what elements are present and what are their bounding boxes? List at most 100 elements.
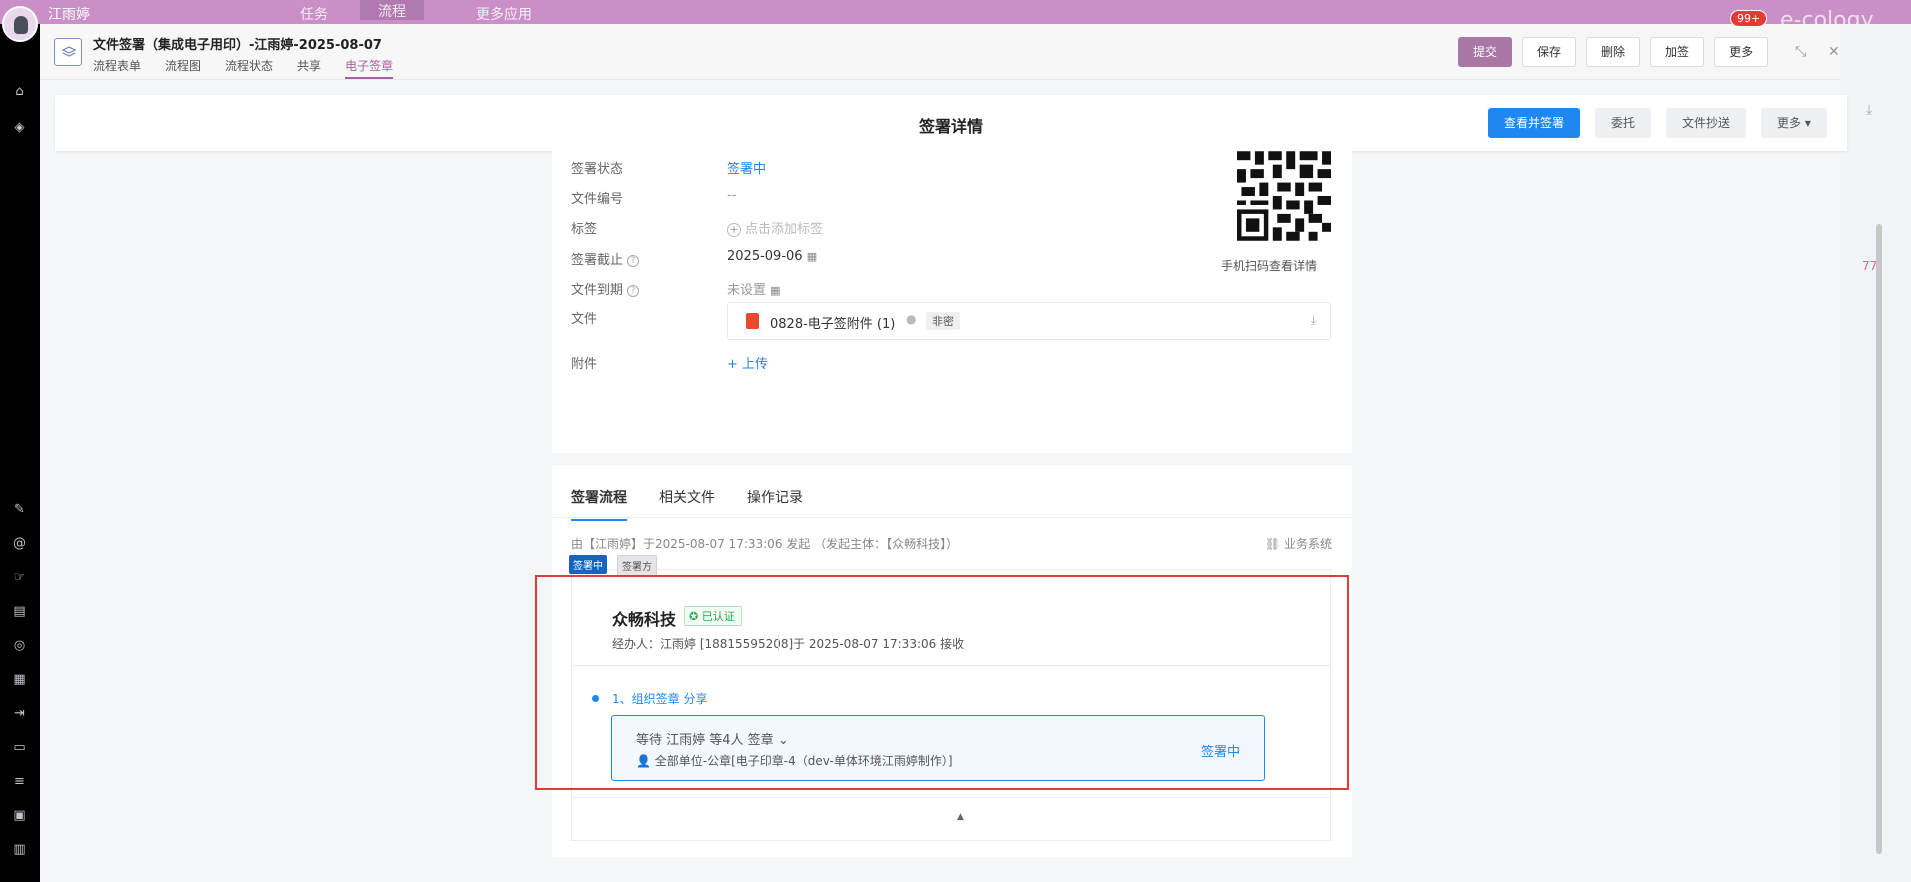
docno-value: --	[727, 188, 737, 203]
view-and-sign-button[interactable]: 查看并签署	[1488, 108, 1581, 138]
verified-badge: ✪ 已认证	[684, 606, 742, 626]
home-icon[interactable]: ⌂	[12, 84, 27, 99]
expiry-value[interactable]: 未设置 ▦	[727, 279, 781, 298]
business-system-link[interactable]: ⛓ 业务系统	[1265, 535, 1332, 552]
tab-e-signature[interactable]: 电子签章	[345, 57, 394, 79]
user-avatar[interactable]	[2, 6, 38, 42]
flow-card: 签署流程 相关文件 操作记录 由【江雨婷】于2025-08-07 17:33:0…	[552, 465, 1352, 857]
qr-code	[1237, 151, 1331, 241]
calendar-icon[interactable]: ▦	[807, 250, 817, 263]
business-system-label: 业务系统	[1283, 537, 1332, 551]
step-dot-icon	[592, 695, 599, 702]
tab-share[interactable]: 共享	[297, 57, 321, 79]
trash-icon[interactable]: ▥	[12, 842, 27, 857]
nav-item-flow[interactable]: 流程	[360, 0, 424, 20]
file-item[interactable]: 0828-电子签附件 (1) ● 非密 ⤓	[727, 302, 1331, 340]
location-icon[interactable]: ◎	[12, 638, 27, 653]
company-name: 众畅科技	[612, 610, 677, 629]
attachment-label: 附件	[571, 357, 598, 372]
chart-icon[interactable]: ▦	[12, 672, 27, 687]
tab-sign-flow[interactable]: 签署流程	[571, 487, 627, 521]
notification-badge[interactable]: 99+	[1730, 10, 1768, 27]
step-box[interactable]: 等待 江雨婷 等4人 签章 ⌄ 👤 全部单位-公章[电子印章-4（dev-单体环…	[611, 715, 1265, 781]
status-label: 签署状态	[571, 162, 624, 177]
hand-icon[interactable]: ☞	[12, 570, 27, 585]
nav-item-more-apps[interactable]: 更多应用	[476, 4, 532, 24]
signer-panel: 签署中 签署方 众畅科技 ✪ 已认证 经办人：江雨婷 [18815595208]…	[569, 555, 1331, 841]
agent-info: 经办人：江雨婷 [18815595208]	[612, 637, 794, 651]
tab-related-files[interactable]: 相关文件	[659, 487, 715, 521]
help-icon[interactable]: ?	[627, 284, 640, 297]
divider	[572, 797, 1330, 798]
check-circle-icon: ✪	[689, 610, 699, 623]
shrink-icon[interactable]: ⤡	[1795, 44, 1806, 60]
nav-item-tasks[interactable]: 任务	[300, 4, 328, 24]
at-icon[interactable]: @	[12, 536, 27, 551]
tab-form[interactable]: 流程表单	[93, 57, 141, 79]
upload-button[interactable]: + 上传	[727, 353, 768, 372]
help-icon[interactable]: ?	[627, 254, 640, 267]
step-label[interactable]: 1、组织签章 分享	[612, 690, 707, 707]
status-badge-signing: 签署中	[569, 555, 607, 574]
divider	[552, 517, 1352, 518]
layers-icon[interactable]: ◈	[12, 120, 27, 135]
filter-icon[interactable]: ≡	[12, 774, 27, 789]
docno-label: 文件编号	[571, 192, 624, 207]
delegate-button[interactable]: 委托	[1595, 108, 1652, 138]
more-button[interactable]: 更多	[1714, 37, 1769, 67]
copy-file-button[interactable]: 文件抄送	[1666, 108, 1747, 138]
user-icon: 👤	[636, 754, 651, 768]
initiator-info: 由【江雨婷】于2025-08-07 17:33:06 发起 （发起主体：【众畅科…	[571, 537, 959, 551]
info-card: 签署状态 签署中 文件编号 -- 标签 + 点击添加标签 签署截止? 2025-0…	[552, 151, 1352, 453]
export-icon[interactable]: ⇥	[12, 706, 27, 721]
seal-info: 👤 全部单位-公章[电子印章-4（dev-单体环境江雨婷制作）]	[636, 754, 953, 768]
countersign-button[interactable]: 加签	[1650, 37, 1705, 67]
detail-more-button[interactable]: 更多 ▾	[1761, 108, 1827, 138]
file-label: 文件	[571, 312, 598, 327]
status-value: 签署中	[727, 162, 767, 177]
tag-label: 标签	[571, 222, 598, 237]
waiting-text[interactable]: 等待 江雨婷 等4人 签章 ⌄	[636, 729, 789, 748]
plus-icon: +	[727, 357, 738, 372]
tab-flow-status[interactable]: 流程状态	[225, 57, 273, 79]
workflow-modal: 文件签署（集成电子用印）-江雨婷-2025-08-07 流程表单 流程图 流程状…	[40, 24, 1882, 882]
expiry-label: 文件到期?	[571, 279, 640, 298]
calendar-icon[interactable]: ▦	[770, 284, 780, 297]
username[interactable]: 江雨婷	[48, 4, 90, 24]
chevron-down-icon[interactable]: ⌄	[778, 733, 789, 748]
pdf-file-icon	[746, 313, 759, 329]
collapse-caret-icon[interactable]: ▲	[957, 812, 964, 822]
deadline-value[interactable]: 2025-09-06 ▦	[727, 249, 817, 264]
add-tag-placeholder: 点击添加标签	[745, 222, 824, 237]
deadline-label: 签署截止?	[571, 249, 640, 268]
step-status: 签署中	[1200, 745, 1240, 760]
file-name[interactable]: 0828-电子签附件 (1)	[770, 313, 895, 332]
divider	[572, 665, 1330, 666]
upload-label: 上传	[742, 357, 769, 372]
close-icon[interactable]: ✕	[1828, 44, 1840, 60]
tab-operation-log[interactable]: 操作记录	[747, 487, 803, 521]
download-icon[interactable]: ⤓	[1311, 313, 1316, 328]
role-badge-party: 签署方	[617, 555, 657, 576]
modal-tabs: 流程表单 流程图 流程状态 共享 电子签章	[93, 57, 417, 79]
received-time: 于 2025-08-07 17:33:06 接收	[778, 635, 964, 652]
qr-caption: 手机扫码查看详情	[1221, 259, 1318, 273]
message-icon[interactable]: ▭	[12, 740, 27, 755]
secrecy-badge: 非密	[926, 312, 960, 330]
submit-button[interactable]: 提交	[1458, 37, 1513, 67]
report-icon[interactable]: ▣	[12, 808, 27, 823]
modal-toolbar: 提交 保存 删除 加签 更多	[1458, 37, 1778, 67]
plus-circle-icon: +	[727, 223, 741, 237]
side-number: 77	[1862, 259, 1878, 273]
add-tag-button[interactable]: + 点击添加标签	[727, 218, 823, 237]
doc-icon[interactable]: ▤	[12, 604, 27, 619]
save-button[interactable]: 保存	[1522, 37, 1577, 67]
detail-more-label: 更多	[1777, 116, 1802, 130]
download-icon[interactable]: ⤓	[1866, 102, 1872, 118]
detail-header: 签署详情 查看并签署 委托 文件抄送 更多 ▾	[55, 95, 1847, 151]
scrollbar[interactable]	[1876, 224, 1882, 854]
delete-button[interactable]: 删除	[1586, 37, 1641, 67]
detail-toolbar: 查看并签署 委托 文件抄送 更多 ▾	[1488, 108, 1842, 138]
tab-flowchart[interactable]: 流程图	[165, 57, 201, 79]
edit-icon[interactable]: ✎	[12, 502, 27, 517]
